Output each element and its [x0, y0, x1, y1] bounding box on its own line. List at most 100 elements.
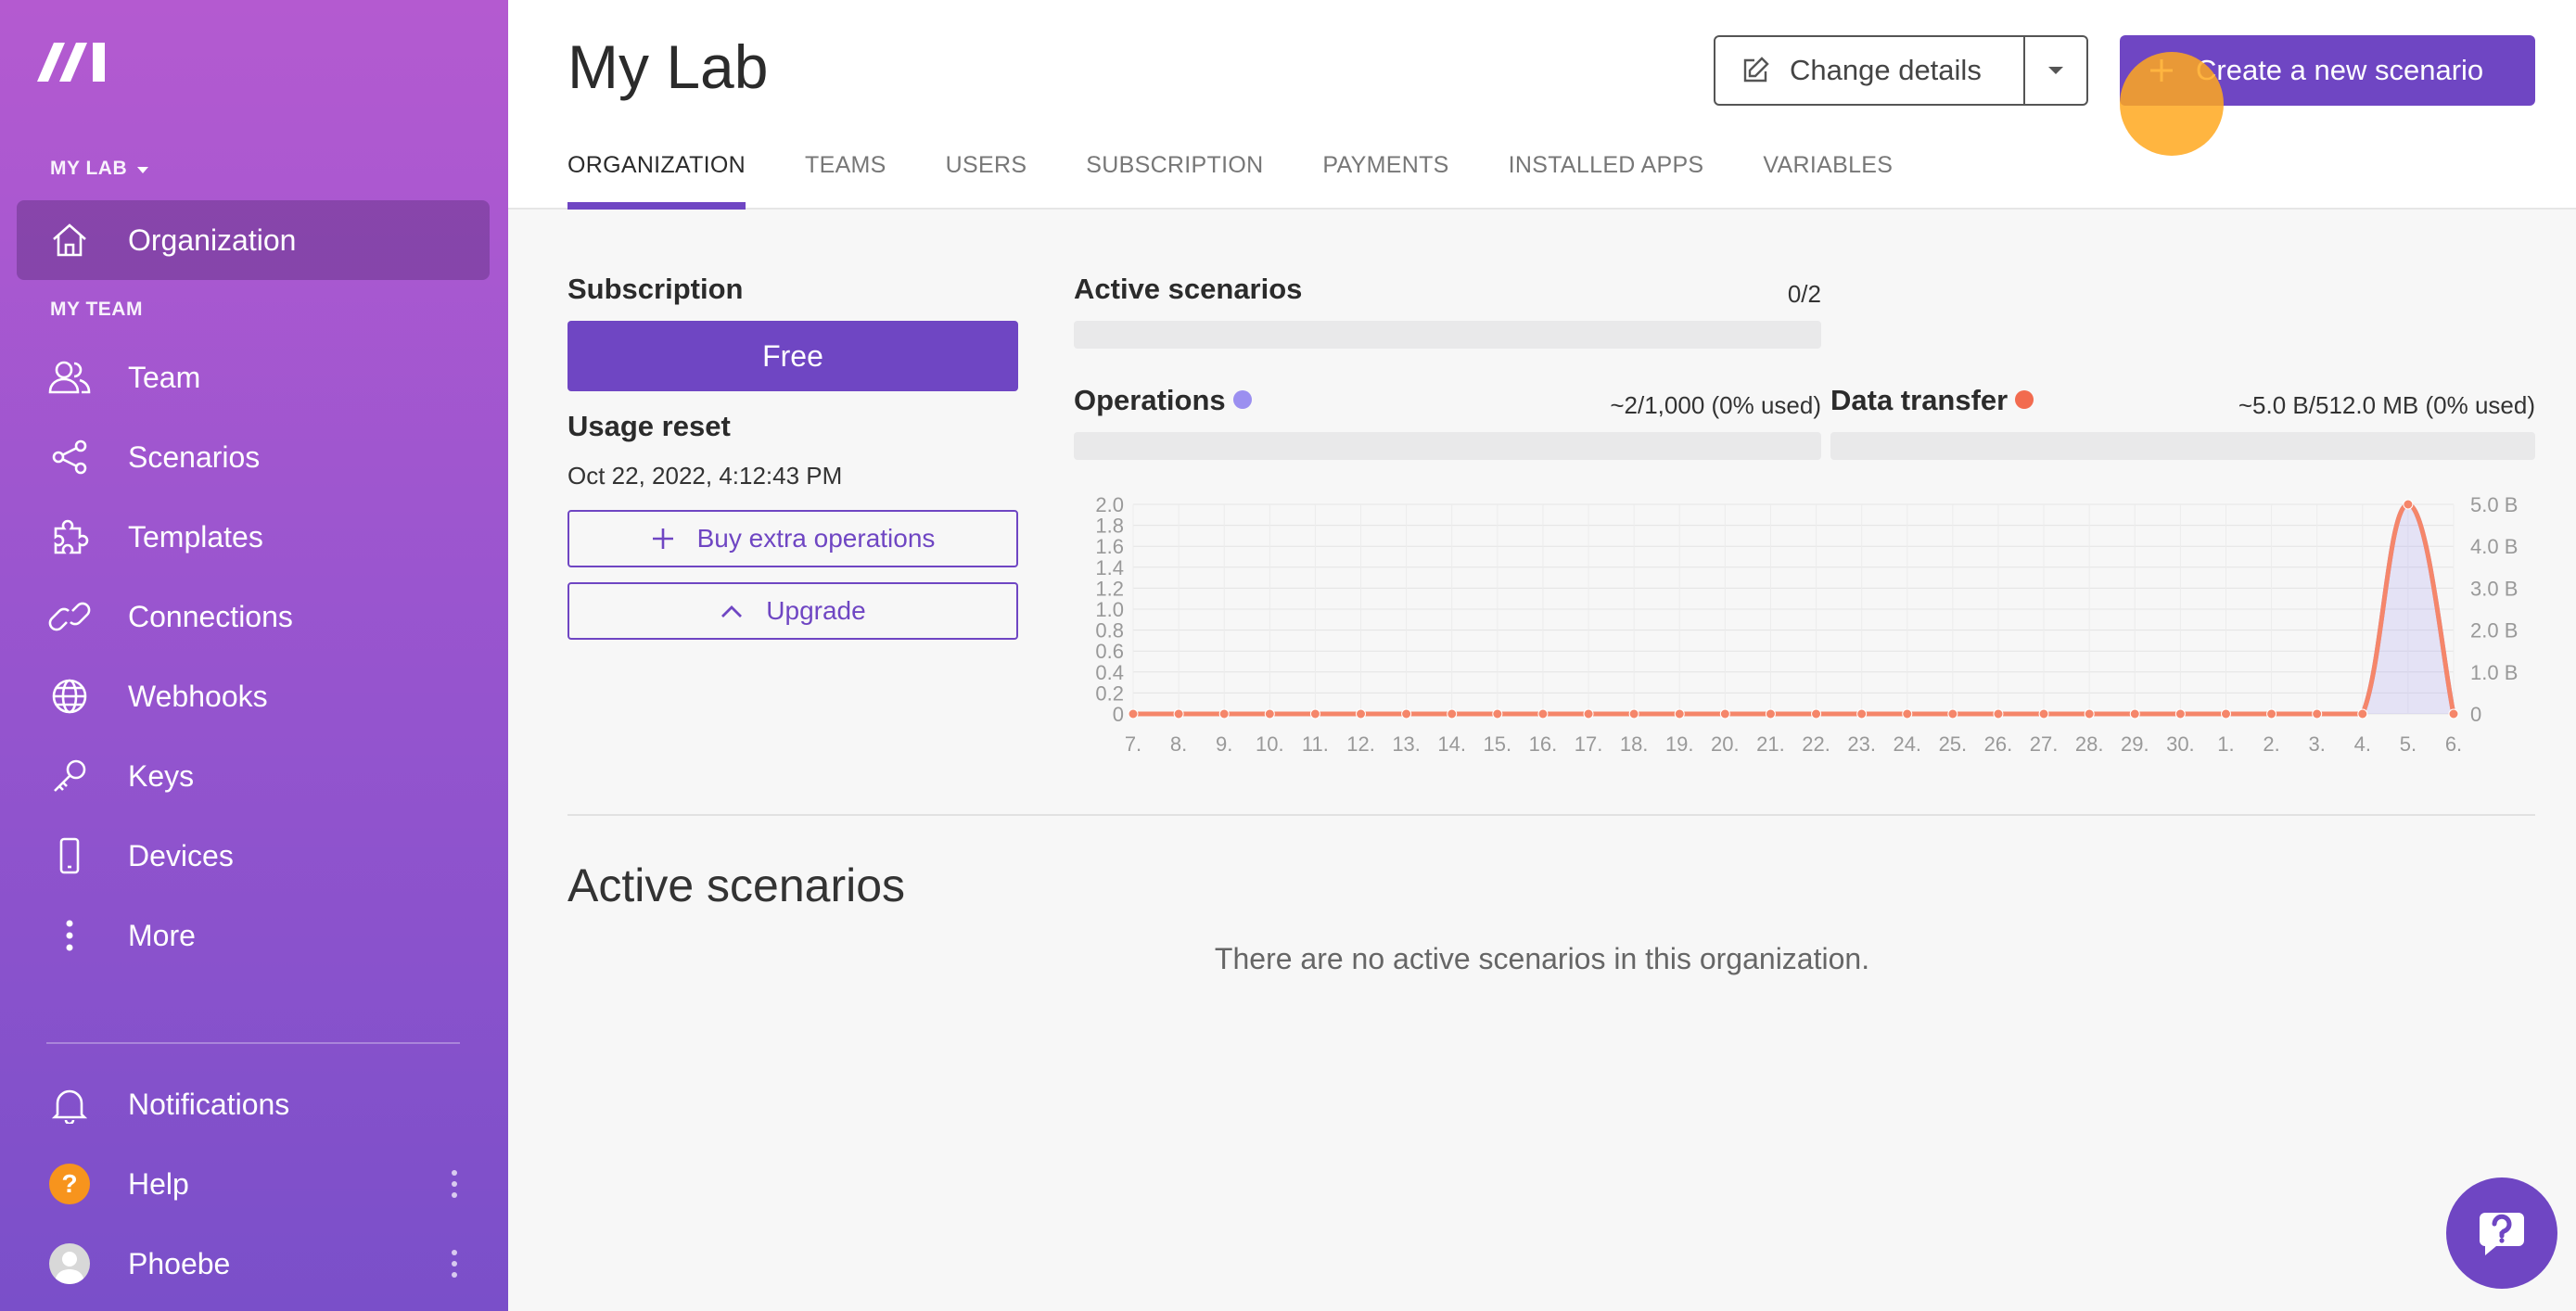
empty-state-message: There are no active scenarios in this or… [1214, 942, 1870, 975]
change-details-button[interactable]: Change details [1714, 35, 2025, 106]
y-right-tick-label: 1.0 B [2470, 661, 2518, 684]
x-tick-label: 19. [1665, 732, 1694, 756]
sidebar-item-devices[interactable]: Devices [17, 816, 490, 896]
x-tick-label: 13. [1392, 732, 1421, 756]
sidebar-item-scenarios[interactable]: Scenarios [17, 417, 490, 497]
sidebar-item-webhooks[interactable]: Webhooks [17, 656, 490, 736]
data-point [1765, 708, 1776, 719]
data-point [2220, 708, 2231, 719]
tab-variables[interactable]: VARIABLES [1763, 152, 1893, 210]
tab-organization[interactable]: ORGANIZATION [567, 152, 746, 210]
y-left-tick-label: 0.6 [1095, 640, 1124, 663]
y-left-tick-label: 1.8 [1095, 515, 1124, 538]
data-point [1993, 708, 2004, 719]
sidebar-item-user[interactable]: Phoebe [17, 1224, 490, 1304]
key-icon [46, 753, 93, 799]
sidebar-item-label: Templates [128, 519, 263, 554]
caret-down-icon [137, 167, 149, 173]
data-point [1537, 708, 1549, 719]
x-tick-label: 8. [1170, 732, 1187, 756]
x-tick-label: 27. [2030, 732, 2059, 756]
data-point [2174, 708, 2186, 719]
tab-installed-apps[interactable]: INSTALLED APPS [1509, 152, 1704, 210]
data-point [1218, 708, 1230, 719]
org-switcher[interactable]: MY LAB [50, 158, 149, 180]
tab-bar: ORGANIZATION TEAMS USERS SUBSCRIPTION PA… [567, 152, 1952, 210]
data-point [2266, 708, 2277, 719]
home-icon [46, 217, 93, 263]
y-left-tick-label: 0 [1113, 703, 1124, 726]
sidebar-item-more[interactable]: More [17, 896, 490, 975]
change-details-dropdown[interactable] [2023, 35, 2088, 106]
kebab-menu-icon[interactable] [451, 1168, 458, 1200]
data-point [1719, 708, 1730, 719]
tab-payments[interactable]: PAYMENTS [1322, 152, 1448, 210]
data-point [1583, 708, 1594, 719]
x-tick-label: 9. [1216, 732, 1232, 756]
data-point [1401, 708, 1412, 719]
y-left-tick-label: 2.0 [1095, 493, 1124, 516]
bell-icon [46, 1081, 93, 1127]
link-icon [46, 593, 93, 640]
tab-users[interactable]: USERS [946, 152, 1027, 210]
x-tick-label: 23. [1847, 732, 1876, 756]
users-icon [46, 354, 93, 401]
data-point [1811, 708, 1822, 719]
sidebar-item-organization[interactable]: Organization [17, 200, 490, 280]
chat-question-icon [2480, 1213, 2524, 1255]
sidebar-item-templates[interactable]: Templates [17, 497, 490, 577]
y-left-tick-label: 1.6 [1095, 535, 1124, 558]
avatar [46, 1241, 93, 1287]
x-tick-label: 3. [2309, 732, 2326, 756]
sidebar-item-label: Devices [128, 838, 234, 872]
data-point [2357, 708, 2368, 719]
y-left-tick-label: 1.0 [1095, 598, 1124, 621]
page-title: My Lab [567, 32, 769, 101]
x-tick-label: 12. [1346, 732, 1375, 756]
sidebar-item-label: Help [128, 1166, 189, 1201]
x-tick-label: 6. [2445, 732, 2462, 756]
x-tick-label: 11. [1302, 732, 1329, 756]
data-point [2403, 499, 2414, 510]
page-header: My Lab Change details Create a new scena… [508, 0, 2576, 210]
data-point [1264, 708, 1275, 719]
share-nodes-icon [46, 434, 93, 480]
edit-icon [1743, 57, 1769, 83]
y-right-tick-label: 4.0 B [2470, 535, 2518, 558]
y-left-tick-label: 1.4 [1095, 556, 1124, 579]
x-tick-label: 2. [2263, 732, 2279, 756]
caret-down-icon [2048, 67, 2063, 74]
sidebar-item-team[interactable]: Team [17, 337, 490, 417]
x-tick-label: 18. [1620, 732, 1649, 756]
x-tick-label: 17. [1575, 732, 1603, 756]
active-scenarios-title: Active scenarios [567, 859, 906, 911]
data-point [1947, 708, 1958, 719]
sidebar-item-connections[interactable]: Connections [17, 577, 490, 656]
sidebar-item-notifications[interactable]: Notifications [17, 1064, 490, 1144]
puzzle-icon [46, 514, 93, 560]
y-left-tick-label: 0.4 [1095, 661, 1124, 684]
make-logo[interactable] [37, 37, 108, 85]
x-tick-label: 16. [1529, 732, 1558, 756]
y-right-tick-label: 5.0 B [2470, 493, 2518, 516]
x-tick-label: 24. [1893, 732, 1921, 756]
tab-teams[interactable]: TEAMS [805, 152, 886, 210]
sidebar-item-label: Webhooks [128, 679, 268, 713]
create-scenario-button[interactable]: Create a new scenario [2120, 35, 2535, 106]
sidebar-item-label: Scenarios [128, 439, 261, 474]
sidebar-item-label: Team [128, 360, 201, 394]
sidebar-item-label: Organization [128, 223, 297, 257]
team-section-label: MY TEAM [50, 299, 143, 320]
usage-chart: 00.20.40.60.81.01.21.41.61.82.001.0 B2.0… [1095, 493, 2518, 756]
sidebar-item-help[interactable]: ? Help [17, 1144, 490, 1224]
x-tick-label: 25. [1939, 732, 1968, 756]
support-chat-button[interactable] [2446, 1177, 2557, 1289]
globe-icon [46, 673, 93, 719]
data-point [2084, 708, 2095, 719]
tab-subscription[interactable]: SUBSCRIPTION [1086, 152, 1263, 210]
data-point [1309, 708, 1320, 719]
sidebar-item-keys[interactable]: Keys [17, 736, 490, 816]
vertical-dots-icon [46, 912, 93, 959]
kebab-menu-icon[interactable] [451, 1248, 458, 1279]
data-point [2448, 708, 2459, 719]
